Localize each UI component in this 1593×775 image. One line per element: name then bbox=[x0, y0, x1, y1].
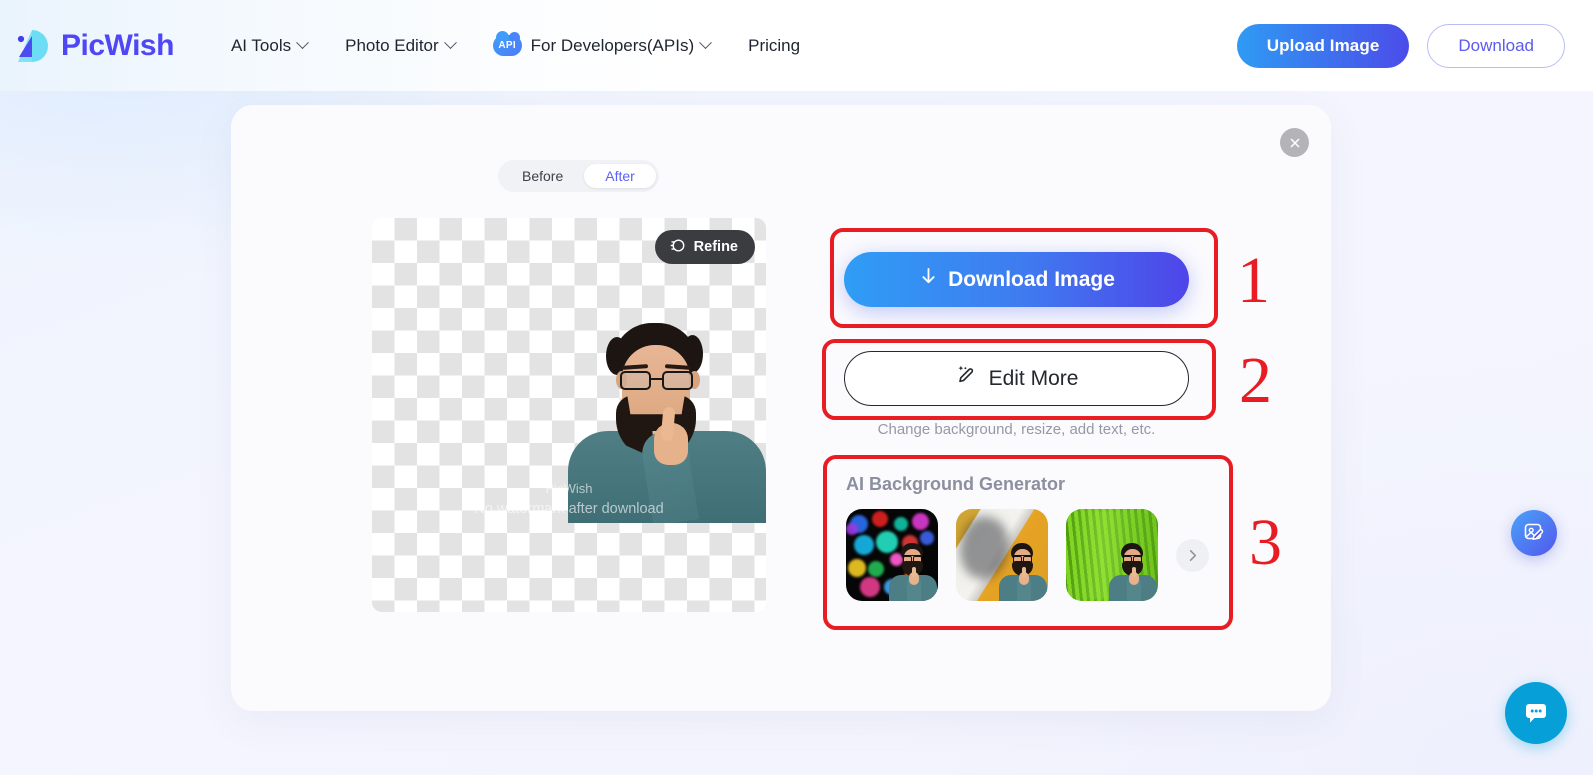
background-thumb-yellow-shadow[interactable] bbox=[956, 509, 1048, 601]
main-nav: AI Tools Photo Editor API For Developers… bbox=[212, 31, 819, 56]
background-thumbnail-list bbox=[846, 509, 1209, 601]
before-after-toggle: Before After bbox=[498, 160, 659, 192]
nav-label: Photo Editor bbox=[345, 35, 439, 55]
logo[interactable]: PicWish bbox=[12, 26, 174, 66]
edit-more-hint: Change background, resize, add text, etc… bbox=[877, 421, 1156, 438]
magic-pencil-icon bbox=[955, 364, 979, 394]
tab-before[interactable]: Before bbox=[501, 164, 584, 188]
refine-button[interactable]: Refine bbox=[654, 230, 755, 264]
nav-label: AI Tools bbox=[230, 35, 292, 55]
nav-item-for-developers[interactable]: API For Developers(APIs) bbox=[474, 31, 729, 56]
site-header: PicWish AI Tools Photo Editor API For De… bbox=[0, 0, 1593, 91]
cutout-portrait-image bbox=[550, 323, 766, 523]
nav-label: For Developers(APIs) bbox=[530, 35, 695, 55]
download-arrow-icon bbox=[918, 266, 939, 293]
chevron-down-icon bbox=[699, 36, 712, 50]
header-actions: Upload Image Download bbox=[1236, 23, 1565, 68]
image-preview[interactable]: Refine PicWish No watermark after downlo… bbox=[372, 218, 766, 612]
chevron-down-icon bbox=[443, 36, 457, 50]
api-cloud-badge-icon: API bbox=[492, 31, 522, 56]
thumb-portrait bbox=[887, 541, 937, 601]
chevron-right-icon[interactable] bbox=[1176, 538, 1209, 572]
background-thumb-green-leaf[interactable] bbox=[1066, 509, 1158, 601]
edit-more-button[interactable]: Edit More bbox=[844, 351, 1189, 406]
nav-item-ai-tools[interactable]: AI Tools bbox=[212, 36, 326, 56]
nav-item-pricing[interactable]: Pricing bbox=[729, 36, 819, 56]
ai-background-generator: AI Background Generator bbox=[828, 456, 1209, 601]
refine-label: Refine bbox=[693, 239, 738, 255]
annotation-number-2: 2 bbox=[1239, 344, 1272, 417]
tab-after[interactable]: After bbox=[584, 164, 656, 188]
chevron-down-icon bbox=[296, 36, 309, 50]
picwish-logo-icon bbox=[12, 26, 52, 66]
thumb-portrait bbox=[997, 541, 1047, 601]
upload-image-button[interactable]: Upload Image bbox=[1236, 23, 1410, 68]
refine-icon bbox=[669, 237, 686, 258]
edit-more-label: Edit More bbox=[988, 366, 1079, 390]
result-card: Before After Refine PicWish No watermark… bbox=[231, 105, 1331, 711]
background-thumb-colorful-bokeh[interactable] bbox=[846, 509, 938, 601]
download-image-button[interactable]: Download Image bbox=[844, 252, 1189, 307]
annotation-number-3: 3 bbox=[1249, 506, 1282, 579]
ai-background-generator-title: AI Background Generator bbox=[846, 474, 1066, 494]
thumb-portrait bbox=[1107, 541, 1157, 601]
photo-edit-floating-icon[interactable] bbox=[1511, 510, 1557, 556]
api-badge-text: API bbox=[498, 40, 516, 51]
logo-text: PicWish bbox=[61, 28, 174, 62]
download-button[interactable]: Download bbox=[1427, 23, 1565, 68]
annotation-number-1: 1 bbox=[1237, 244, 1270, 317]
nav-label: Pricing bbox=[748, 35, 801, 55]
chat-bubble-icon[interactable] bbox=[1505, 682, 1567, 744]
download-image-label: Download Image bbox=[948, 267, 1115, 291]
nav-item-photo-editor[interactable]: Photo Editor bbox=[326, 36, 474, 56]
close-icon[interactable] bbox=[1280, 128, 1309, 157]
